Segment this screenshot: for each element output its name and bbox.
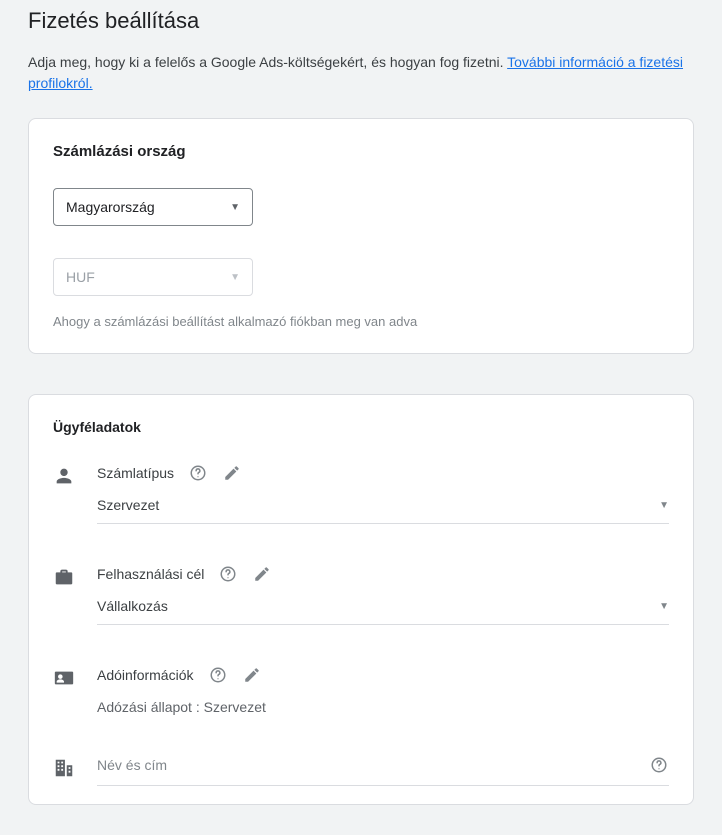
name-address-row: Név és cím (53, 755, 669, 786)
usage-label: Felhasználási cél (97, 566, 204, 582)
customer-info-title: Ügyféladatok (53, 419, 669, 435)
account-type-row: Számlatípus Szervezet ▼ (53, 463, 669, 554)
help-icon[interactable] (218, 564, 238, 584)
pencil-icon[interactable] (242, 665, 262, 685)
pencil-icon[interactable] (222, 463, 242, 483)
help-icon[interactable] (649, 755, 669, 775)
usage-row: Felhasználási cél Vállalkozás ▼ (53, 564, 669, 655)
id-card-icon (53, 667, 97, 689)
name-address-input[interactable]: Név és cím (97, 755, 669, 786)
tax-status-label: Adózási állapot : (97, 699, 200, 715)
currency-select: HUF ▼ (53, 258, 253, 296)
billing-hint: Ahogy a számlázási beállítást alkalmazó … (53, 314, 669, 329)
account-type-label: Számlatípus (97, 465, 174, 481)
intro-prefix: Adja meg, hogy ki a felelős a Google Ads… (28, 54, 507, 70)
help-icon[interactable] (188, 463, 208, 483)
currency-select-value: HUF (66, 269, 95, 285)
billing-country-title: Számlázási ország (53, 143, 669, 160)
usage-select[interactable]: Vállalkozás ▼ (97, 598, 669, 625)
account-type-select[interactable]: Szervezet ▼ (97, 497, 669, 524)
country-select[interactable]: Magyarország ▼ (53, 188, 253, 226)
billing-country-card: Számlázási ország Magyarország ▼ HUF ▼ A… (28, 118, 694, 354)
chevron-down-icon: ▼ (659, 601, 669, 612)
tax-status-value: Szervezet (204, 699, 266, 715)
intro-text: Adja meg, hogy ki a felelős a Google Ads… (28, 52, 694, 94)
name-address-placeholder: Név és cím (97, 757, 167, 773)
chevron-down-icon: ▼ (659, 500, 669, 511)
help-icon[interactable] (208, 665, 228, 685)
person-icon (53, 465, 97, 487)
customer-info-card: Ügyféladatok Számlatípus Szervezet ▼ (28, 394, 694, 805)
chevron-down-icon: ▼ (230, 202, 240, 213)
usage-value: Vállalkozás (97, 598, 168, 614)
page-title: Fizetés beállítása (28, 8, 694, 34)
tax-label: Adóinformációk (97, 667, 194, 683)
tax-status: Adózási állapot : Szervezet (97, 699, 669, 715)
briefcase-icon (53, 566, 97, 588)
tax-row: Adóinformációk Adózási állapot : Szervez… (53, 665, 669, 745)
pencil-icon[interactable] (252, 564, 272, 584)
chevron-down-icon: ▼ (230, 272, 240, 283)
account-type-value: Szervezet (97, 497, 159, 513)
building-icon (53, 757, 97, 779)
country-select-value: Magyarország (66, 199, 155, 215)
